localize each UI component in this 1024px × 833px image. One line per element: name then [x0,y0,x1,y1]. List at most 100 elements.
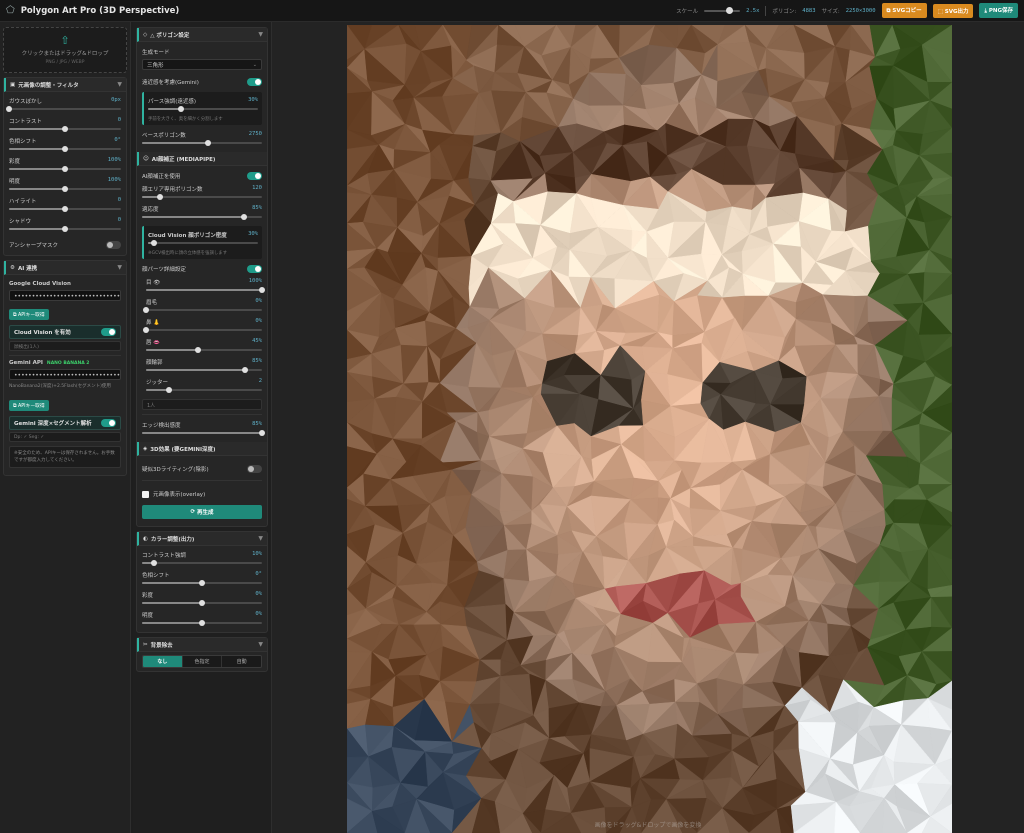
perspective-note: 手前を大きく、奥を細かく分割します [148,117,223,122]
face-part-5-value: 2 [258,378,262,384]
face-part-2-thumb[interactable] [143,327,149,333]
face-part-1-slider[interactable]: 眉毛 0% [143,296,262,316]
face-part-1-thumb[interactable] [143,307,149,313]
cv-density-slider[interactable]: Cloud Vision 顔ポリゴン密度 30% [148,229,258,249]
face-part-5-thumb[interactable] [166,387,173,393]
bg-option-1[interactable]: 色指定 [182,656,223,667]
face-part-2-slider[interactable]: 鼻 👃 0% [143,316,262,336]
filter-3-slider[interactable]: 彩度 100% [9,155,121,175]
gemini-label-row: Gemini API NANO BANANA 2 [9,360,121,366]
gcv-get-key-button[interactable]: ⧉ APIキー取得 [9,309,49,320]
color-panel-header[interactable]: ◐ カラー調整(出力) ▼ [137,532,267,546]
filter-1-value: 0 [117,117,121,123]
color-3-thumb[interactable] [199,620,205,626]
detail-row: 顔パーツ詳細設定 [142,262,262,276]
filter-1-thumb[interactable] [62,126,68,132]
right-sidebar: ◇ △ ポリゴン設定 ▼ 生成モード 三角形 ⌄ 遠近感を考慮(Gemini) パース… [133,22,272,833]
filter-0-thumb[interactable] [6,106,12,112]
face-part-4-slider[interactable]: 顔輪郭 85% [146,356,262,376]
svg-copy-button[interactable]: ⧉ SVGコピー [881,3,927,18]
regenerate-button[interactable]: ⟳ 再生成 [142,505,262,519]
color-1-label: 色相シフト [142,573,170,579]
color-sliders: コントラスト強調 10% 色相シフト 0° 彩度 0% 明度 0% [137,546,267,632]
face-part-3-slider[interactable]: 唇 👄 45% [146,336,262,356]
bg-option-0[interactable]: なし [143,656,183,667]
perspective-toggle[interactable] [247,78,262,86]
scale-label: スケール [676,8,699,15]
color-1-slider[interactable]: 色相シフト 0° [142,569,262,589]
chevron-down-icon: ⌄ [252,61,257,68]
detail-toggle[interactable] [247,265,262,273]
filter-4-thumb[interactable] [62,186,68,192]
face-panel-header[interactable]: ☺ AI顔補正 (MEDIAPIPE) [137,152,267,166]
ai-panel-header[interactable]: ⚙ AI 連携 ▼ [4,261,126,275]
filter-4-slider[interactable]: 明度 100% [9,175,121,195]
color-0-label: コントラスト強調 [142,553,186,559]
cv-note: ※GCV検出時に顔の立体感を強調します [148,251,228,256]
effect-panel-header[interactable]: ◈ 3D効果 (要GEMINI深度) [137,442,267,456]
filter-5-thumb[interactable] [62,206,68,212]
color-panel: ◐ カラー調整(出力) ▼ コントラスト強調 10% 色相シフト 0° 彩度 0% 明度 0% [136,531,268,633]
color-1-thumb[interactable] [199,580,205,586]
color-0-slider[interactable]: コントラスト強調 10% [142,549,262,569]
polygon-panel-title: △ ポリゴン設定 [150,32,190,39]
overlay-row[interactable]: 元画像表示(overlay) [142,487,262,501]
upload-text: クリックまたはドラッグ&ドロップ [21,51,109,57]
filter-5-slider[interactable]: ハイライト 0 [9,195,121,215]
fit-slider[interactable]: 適応度 85% [142,203,262,223]
face-part-3-thumb[interactable] [195,347,202,353]
filter-panel-header[interactable]: ▣ 元画像の調整・フィルタ ▼ [4,78,126,92]
face-part-0-slider[interactable]: 目 👁 100% [146,276,265,296]
gemini-key-input[interactable]: •••••••••••••••••••••••••••••••••••••• [9,369,121,380]
filter-3-thumb[interactable] [62,166,68,172]
logo-icon: ⬠ [6,5,15,16]
unsharp-toggle[interactable] [106,241,121,249]
mode-select[interactable]: 三角形 ⌄ [142,59,262,70]
base-polygon-slider[interactable]: ベースポリゴン数 2750 [142,129,262,149]
filter-2-label: 色相シフト [9,139,37,145]
face-part-4-thumb[interactable] [241,367,248,373]
polygon-artwork[interactable] [347,25,952,833]
color-3-slider[interactable]: 明度 0% [142,609,262,629]
color-2-slider[interactable]: 彩度 0% [142,589,262,609]
bg-option-2[interactable]: 自動 [222,656,261,667]
gemini-toggle[interactable] [101,419,116,427]
filter-2-slider[interactable]: 色相シフト 0° [9,135,121,155]
overlay-checkbox[interactable] [142,490,149,498]
filter-6-thumb[interactable] [62,226,68,232]
perspective-strength-label: パース強調(遠近感) [148,99,197,105]
upload-dropzone[interactable]: ⇧ クリックまたはドラッグ&ドロップ PNG / JPG / WEBP [3,27,127,73]
bg-panel: ✂ 背景除去 ▼ なし 色指定 自動 [136,637,268,672]
gemini-get-key-button[interactable]: ⧉ APIキー取得 [9,400,49,411]
face-poly-slider[interactable]: 顔エリア専用ポリゴン数 120 [142,183,262,203]
cloud-vision-toggle[interactable] [101,328,116,336]
gcv-key-input[interactable]: •••••••••••••••••••••••••••••••••••••• [9,290,121,301]
bg-panel-header[interactable]: ✂ 背景除去 ▼ [137,638,267,652]
scale-slider[interactable] [704,6,741,14]
polygon-panel-header[interactable]: ◇ △ ポリゴン設定 ▼ [137,28,267,42]
top-bar: ⬠ Polygon Art Pro (3D Perspective) スケール … [0,0,1024,22]
face-part-5-slider[interactable]: ジッター 2 [146,376,262,396]
filter-0-slider[interactable]: ガウスぼかし 0px [6,95,121,115]
filter-6-slider[interactable]: シャドウ 0 [9,215,121,235]
face-part-0-thumb[interactable] [259,287,265,293]
perspective-strength-slider[interactable]: パース強調(遠近感) 30% [148,95,258,115]
color-0-value: 10% [252,551,262,557]
png-save-button[interactable]: ⤓ PNG保存 [979,3,1018,18]
scissors-icon: ✂ [143,641,148,648]
svg-export-button[interactable]: ⬚ SVG出力 [932,3,974,18]
edge-slider[interactable]: エッジ検出感度 85% [142,419,265,439]
color-2-thumb[interactable] [199,600,205,606]
cv-density-label: Cloud Vision 顔ポリゴン密度 [148,233,227,239]
filter-2-thumb[interactable] [62,146,68,152]
regenerate-label: 再生成 [197,510,214,516]
color-0-thumb[interactable] [151,560,157,566]
color-3-label: 明度 [142,613,154,619]
edge-label: エッジ検出感度 [142,423,181,429]
lighting-toggle[interactable] [247,465,262,473]
filter-1-slider[interactable]: コントラスト 0 [9,115,121,135]
filter-4-label: 明度 [9,179,21,185]
face-use-toggle[interactable] [247,172,262,180]
scale-slider-thumb[interactable] [725,6,733,14]
base-polygon-value: 2750 [248,131,262,137]
